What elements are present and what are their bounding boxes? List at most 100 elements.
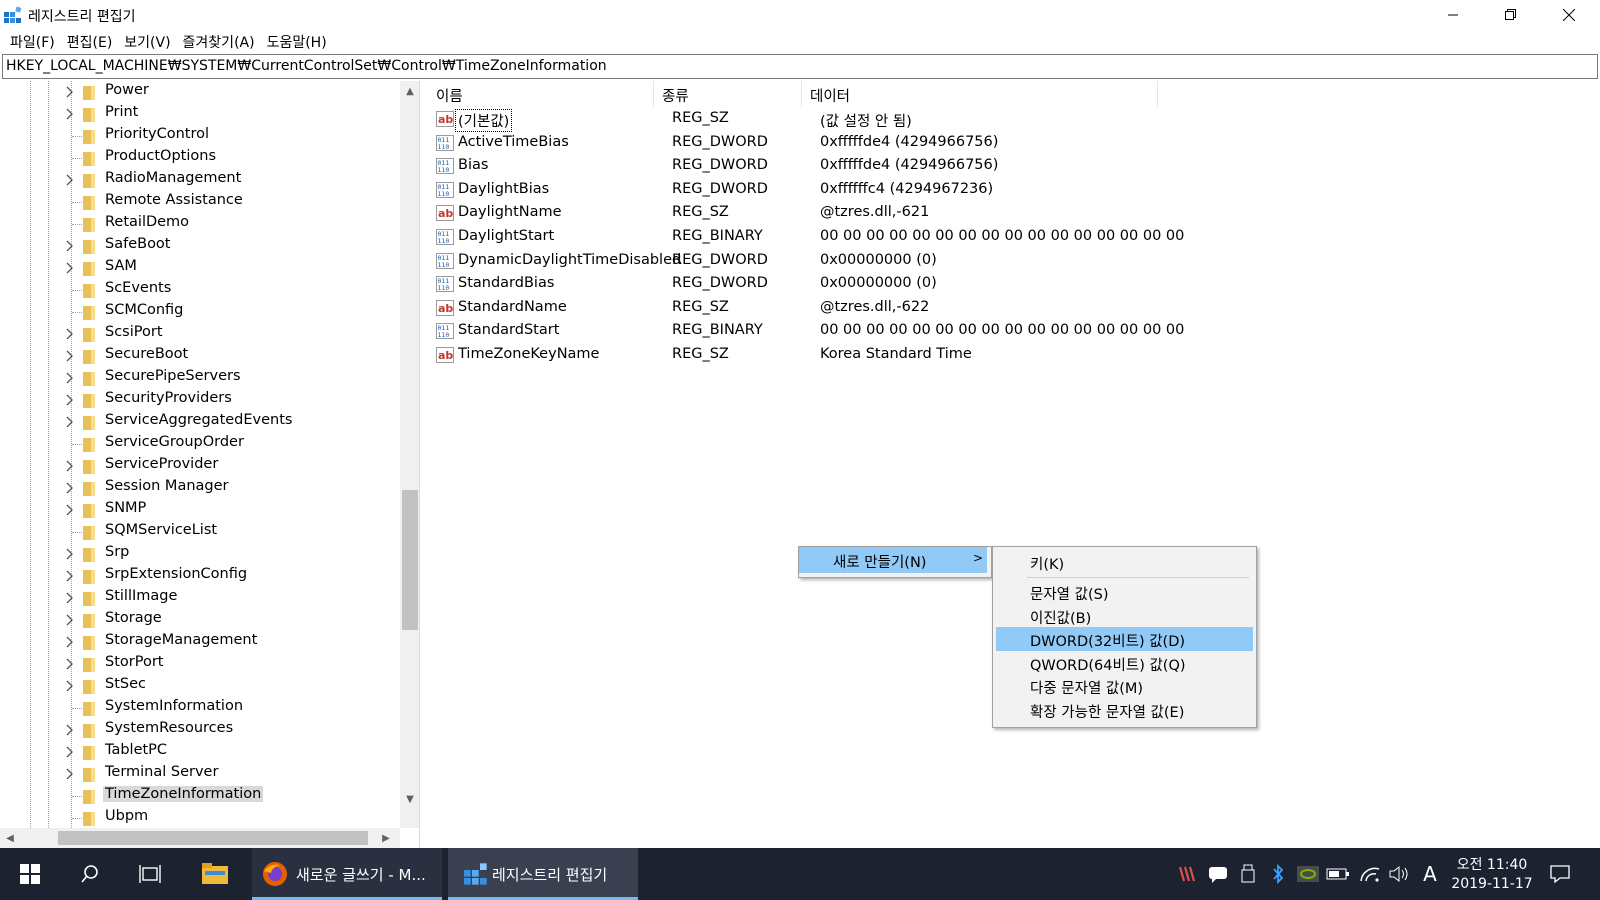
expand-chevron-icon[interactable] [64, 745, 76, 759]
volume-icon[interactable] [1388, 862, 1412, 886]
menu-favorites[interactable]: 즐겨찾기(A) [177, 30, 261, 52]
column-header-type[interactable]: 종류 [654, 81, 802, 107]
value-row[interactable]: 011 110 StandardStart REG_BINARY 00 00 00 00… [428, 319, 1600, 343]
tree-node[interactable]: Terminal Server [0, 763, 400, 785]
value-row[interactable]: 011 110 DaylightBias REG_DWORD 0xffffffc4 (4… [428, 178, 1600, 202]
tree-node[interactable]: RetailDemo [0, 213, 400, 235]
tree-node[interactable]: ServiceProvider [0, 455, 400, 477]
address-bar[interactable]: HKEY_LOCAL_MACHINE₩SYSTEM₩CurrentControl… [2, 54, 1598, 79]
tree-node[interactable]: SAM [0, 257, 400, 279]
tree-node[interactable]: SCMConfig [0, 301, 400, 323]
expand-chevron-icon[interactable] [64, 481, 76, 495]
taskbar-app-firefox[interactable]: 새로운 글쓰기 - M... [252, 848, 442, 900]
expand-chevron-icon[interactable] [64, 371, 76, 385]
tree-node[interactable]: Power [0, 81, 400, 103]
value-row[interactable]: 011 110 DynamicDaylightTimeDisabled REG_DWO… [428, 249, 1600, 273]
taskbar-app-regedit[interactable]: 레지스트리 편집기 [448, 848, 638, 900]
minimize-button[interactable] [1424, 0, 1482, 30]
tree-node[interactable]: ServiceGroupOrder [0, 433, 400, 455]
tree-node[interactable]: ServiceAggregatedEvents [0, 411, 400, 433]
submenu-item-key[interactable]: 키(K) [996, 550, 1253, 574]
battery-icon[interactable] [1326, 862, 1350, 886]
tree-node[interactable]: Storage [0, 609, 400, 631]
tree-node[interactable]: Remote Assistance [0, 191, 400, 213]
expand-chevron-icon[interactable] [64, 415, 76, 429]
tree-node[interactable]: Srp [0, 543, 400, 565]
close-button[interactable] [1540, 0, 1598, 30]
chat-icon[interactable] [1206, 862, 1230, 886]
tree-node[interactable]: ScsiPort [0, 323, 400, 345]
tree-node[interactable]: TabletPC [0, 741, 400, 763]
expand-chevron-icon[interactable] [64, 239, 76, 253]
value-row[interactable]: 011 110 Bias REG_DWORD 0xfffffde4 (429496675… [428, 154, 1600, 178]
expand-chevron-icon[interactable] [64, 85, 76, 99]
tree-vertical-scroll-thumb[interactable] [402, 490, 418, 630]
expand-chevron-icon[interactable] [64, 349, 76, 363]
expand-chevron-icon[interactable] [64, 393, 76, 407]
submenu-item[interactable]: QWORD(64비트) 값(Q) [996, 651, 1253, 675]
clock-date[interactable]: 2019-11-17 [1442, 876, 1542, 892]
search-button[interactable] [68, 848, 112, 900]
value-row[interactable]: ab (기본값) REG_SZ (값 설정 안 됨) [428, 107, 1600, 132]
value-row[interactable]: ab TimeZoneKeyName REG_SZ Korea Standard Ti… [428, 343, 1600, 367]
scroll-right-icon[interactable]: ▶ [378, 830, 394, 846]
nvidia-icon[interactable] [1296, 862, 1320, 886]
expand-chevron-icon[interactable] [64, 503, 76, 517]
tree-node[interactable]: SQMServiceList [0, 521, 400, 543]
expand-chevron-icon[interactable] [64, 767, 76, 781]
scroll-up-icon[interactable]: ▲ [402, 83, 418, 99]
expand-chevron-icon[interactable] [64, 173, 76, 187]
expand-chevron-icon[interactable] [64, 657, 76, 671]
tree-node[interactable]: SafeBoot [0, 235, 400, 257]
tree-node[interactable]: Print [0, 103, 400, 125]
expand-chevron-icon[interactable] [64, 569, 76, 583]
value-row[interactable]: ab DaylightName REG_SZ @tzres.dll,-621 [428, 201, 1600, 225]
tree-horizontal-scroll-thumb[interactable] [58, 831, 368, 845]
wifi-icon[interactable] [1358, 862, 1382, 886]
bluetooth-icon[interactable] [1266, 862, 1290, 886]
start-button[interactable] [8, 848, 52, 900]
expand-chevron-icon[interactable] [64, 261, 76, 275]
submenu-item[interactable]: DWORD(32비트) 값(D) [996, 627, 1253, 652]
tree-node[interactable]: ProductOptions [0, 147, 400, 169]
tree-node[interactable]: StillImage [0, 587, 400, 609]
value-row[interactable]: 011 110 ActiveTimeBias REG_DWORD 0xfffffde4 … [428, 131, 1600, 155]
tree-node[interactable]: ScEvents [0, 279, 400, 301]
tree-node[interactable]: TimeZoneInformation [0, 785, 400, 807]
restore-button[interactable] [1482, 0, 1540, 30]
app-tray-icon[interactable] [1176, 862, 1200, 886]
tree-node[interactable]: SrpExtensionConfig [0, 565, 400, 587]
value-row[interactable]: 011 110 StandardBias REG_DWORD 0x00000000 (0… [428, 272, 1600, 296]
file-explorer-button[interactable] [190, 848, 240, 900]
value-row[interactable]: ab StandardName REG_SZ @tzres.dll,-622 [428, 296, 1600, 320]
tree-node[interactable]: SystemResources [0, 719, 400, 741]
tree-node[interactable]: Ubpm [0, 807, 400, 829]
tree-node[interactable]: RadioManagement [0, 169, 400, 191]
tree-node[interactable]: SecurePipeServers [0, 367, 400, 389]
expand-chevron-icon[interactable] [64, 459, 76, 473]
expand-chevron-icon[interactable] [64, 613, 76, 627]
task-view-button[interactable] [128, 848, 172, 900]
expand-chevron-icon[interactable] [64, 107, 76, 121]
menu-help[interactable]: 도움말(H) [261, 30, 333, 52]
tree-node[interactable]: SystemInformation [0, 697, 400, 719]
submenu-item[interactable]: 다중 문자열 값(M) [996, 674, 1253, 698]
submenu-item[interactable]: 문자열 값(S) [996, 580, 1253, 604]
scroll-down-icon[interactable]: ▼ [402, 791, 418, 807]
submenu-item[interactable]: 확장 가능한 문자열 값(E) [996, 698, 1253, 722]
column-header-name[interactable]: 이름 [428, 81, 654, 107]
clock-time[interactable]: 오전 11:40 [1452, 854, 1532, 874]
tree-node[interactable]: Session Manager [0, 477, 400, 499]
submenu-item[interactable]: 이진값(B) [996, 604, 1253, 628]
tree-node[interactable]: SNMP [0, 499, 400, 521]
tree-vertical-scrollbar[interactable]: ▲ ▼ [400, 81, 419, 828]
menu-file[interactable]: 파일(F) [4, 30, 61, 52]
column-header-data[interactable]: 데이터 [802, 81, 1158, 107]
menu-view[interactable]: 보기(V) [118, 30, 176, 52]
menu-edit[interactable]: 편집(E) [61, 30, 119, 52]
notification-center-icon[interactable] [1548, 862, 1572, 886]
expand-chevron-icon[interactable] [64, 679, 76, 693]
tree-node[interactable]: PriorityControl [0, 125, 400, 147]
tree-horizontal-scrollbar[interactable]: ◀ ▶ [0, 828, 400, 848]
expand-chevron-icon[interactable] [64, 635, 76, 649]
